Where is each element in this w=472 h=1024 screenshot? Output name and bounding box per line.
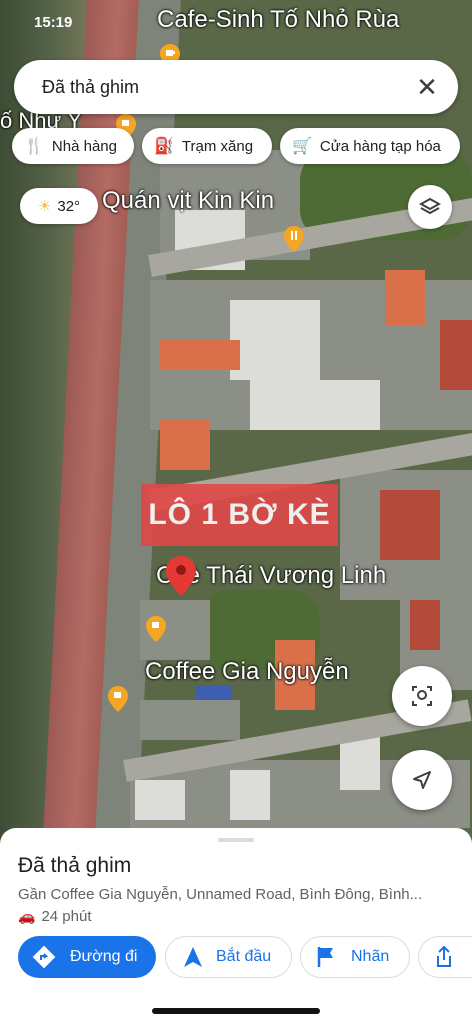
place-label-coffee-gia-nguyen[interactable]: Coffee Gia Nguyễn <box>145 658 349 686</box>
restaurant-pin-icon[interactable] <box>284 226 304 252</box>
label-button-text: Nhãn <box>351 948 390 965</box>
cart-icon: 🛒 <box>292 138 312 155</box>
building-roof <box>230 770 270 820</box>
directions-icon <box>32 945 56 969</box>
sheet-address: Gần Coffee Gia Nguyễn, Unnamed Road, Bìn… <box>18 886 423 903</box>
building-roof <box>385 270 425 325</box>
label-button[interactable]: Nhãn <box>300 936 410 978</box>
building-roof <box>380 490 440 560</box>
building-roof <box>230 300 320 380</box>
cafe-pin-icon[interactable] <box>146 616 166 642</box>
restaurant-icon: 🍴 <box>24 138 44 155</box>
sheet-title: Đã thả ghim <box>18 854 132 877</box>
directions-button[interactable]: Đường đi <box>18 936 156 978</box>
drive-time-value: 24 phút <box>41 908 92 925</box>
place-label-quan-vit[interactable]: Quán vịt Kin Kin <box>102 187 274 215</box>
search-query[interactable]: Đã thả ghim <box>42 77 139 98</box>
start-button[interactable]: Bắt đầu <box>165 936 292 978</box>
building-roof <box>410 600 440 650</box>
layers-icon <box>419 197 441 215</box>
share-button[interactable] <box>418 936 472 978</box>
location-search-icon <box>412 686 432 706</box>
layers-button[interactable] <box>408 185 452 229</box>
building-roof <box>440 320 472 390</box>
status-time: 15:19 <box>34 14 73 31</box>
location-search-button[interactable] <box>392 666 452 726</box>
sheet-handle[interactable] <box>218 838 254 842</box>
chip-label: Nhà hàng <box>51 137 117 155</box>
navigation-arrow-icon <box>413 771 431 789</box>
temperature: 32° <box>57 197 81 215</box>
chip-gas-stations[interactable]: ⛽ Trạm xăng <box>142 128 272 164</box>
search-bar[interactable]: Đã thả ghim ✕ <box>14 60 458 114</box>
start-label: Bắt đầu <box>216 948 272 965</box>
close-icon[interactable]: ✕ <box>412 72 442 102</box>
lot-banner: LÔ 1 BỜ KÈ <box>141 484 338 546</box>
chip-label: Cửa hàng tạp hóa <box>319 137 441 155</box>
cafe-pin-icon[interactable] <box>108 686 128 712</box>
weather-chip[interactable]: ☀ 32° <box>20 188 98 224</box>
building-roof <box>135 780 185 820</box>
building-roof <box>250 380 380 430</box>
dropped-pin-icon[interactable] <box>166 556 196 596</box>
drive-time: 🚗 24 phút <box>18 908 91 925</box>
sun-icon: ☀ <box>37 198 52 215</box>
building-roof <box>160 420 210 470</box>
chip-label: Trạm xăng <box>181 137 254 155</box>
place-label-cafe-sinh-to[interactable]: Cafe-Sinh Tố Nhỏ Rùa <box>157 6 399 34</box>
home-indicator <box>152 1008 320 1014</box>
gas-station-icon: ⛽ <box>154 138 174 155</box>
navigation-start-icon <box>184 947 202 967</box>
place-sheet[interactable]: Đã thả ghim Gần Coffee Gia Nguyễn, Unnam… <box>0 828 472 1024</box>
share-icon <box>437 946 451 967</box>
building-roof <box>160 340 240 370</box>
directions-label: Đường đi <box>70 948 138 965</box>
chip-groceries[interactable]: 🛒 Cửa hàng tạp hóa <box>280 128 460 164</box>
my-location-button[interactable] <box>392 750 452 810</box>
chip-restaurants[interactable]: 🍴 Nhà hàng <box>12 128 134 164</box>
car-icon: 🚗 <box>18 908 36 924</box>
building-block <box>140 700 240 740</box>
flag-icon <box>317 947 333 967</box>
